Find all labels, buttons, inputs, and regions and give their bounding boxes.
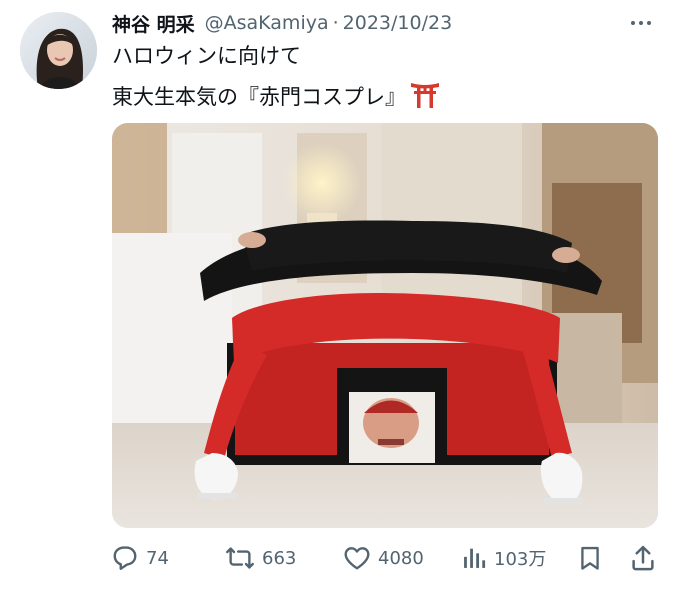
- reply-button[interactable]: 74: [110, 540, 169, 576]
- photo-redgate-cosplay: [112, 123, 658, 528]
- like-button[interactable]: 4080: [342, 540, 424, 576]
- views-button[interactable]: 103万: [460, 540, 546, 576]
- retweet-count: 663: [262, 547, 297, 569]
- reply-count: 74: [146, 547, 169, 569]
- post-date[interactable]: 2023/10/23: [343, 12, 453, 34]
- share-button[interactable]: [628, 540, 658, 576]
- share-icon: [628, 543, 658, 573]
- like-icon: [342, 543, 372, 573]
- retweet-button[interactable]: 663: [224, 540, 296, 576]
- retweet-icon: [224, 543, 256, 573]
- tweet-header: 神谷 明采 @AsaKamiya · 2023/10/23: [112, 8, 452, 38]
- reply-icon: [110, 543, 140, 573]
- tweet-text-line-1: ハロウィンに向けて: [112, 44, 301, 68]
- avatar-image: [20, 12, 97, 89]
- views-count: 103万: [494, 549, 547, 570]
- views-icon: [460, 543, 488, 573]
- tweet-text-line-2: 東大生本気の『赤門コスプレ』: [112, 80, 440, 117]
- bookmark-button[interactable]: [576, 540, 604, 576]
- author-handle[interactable]: @AsaKamiya: [205, 12, 329, 34]
- tweet-text-line-2-content: 東大生本気の『赤門コスプレ』: [112, 85, 406, 109]
- avatar[interactable]: [20, 12, 97, 89]
- more-icon[interactable]: [624, 10, 658, 36]
- torii-gate-emoji: [410, 80, 440, 117]
- tweet-photo[interactable]: [112, 123, 658, 528]
- like-count: 4080: [378, 547, 424, 569]
- separator-dot: ·: [332, 12, 339, 34]
- action-bar: 74 663 4080 103万: [110, 540, 660, 576]
- bookmark-icon: [576, 543, 604, 573]
- author-name[interactable]: 神谷 明采: [112, 10, 195, 37]
